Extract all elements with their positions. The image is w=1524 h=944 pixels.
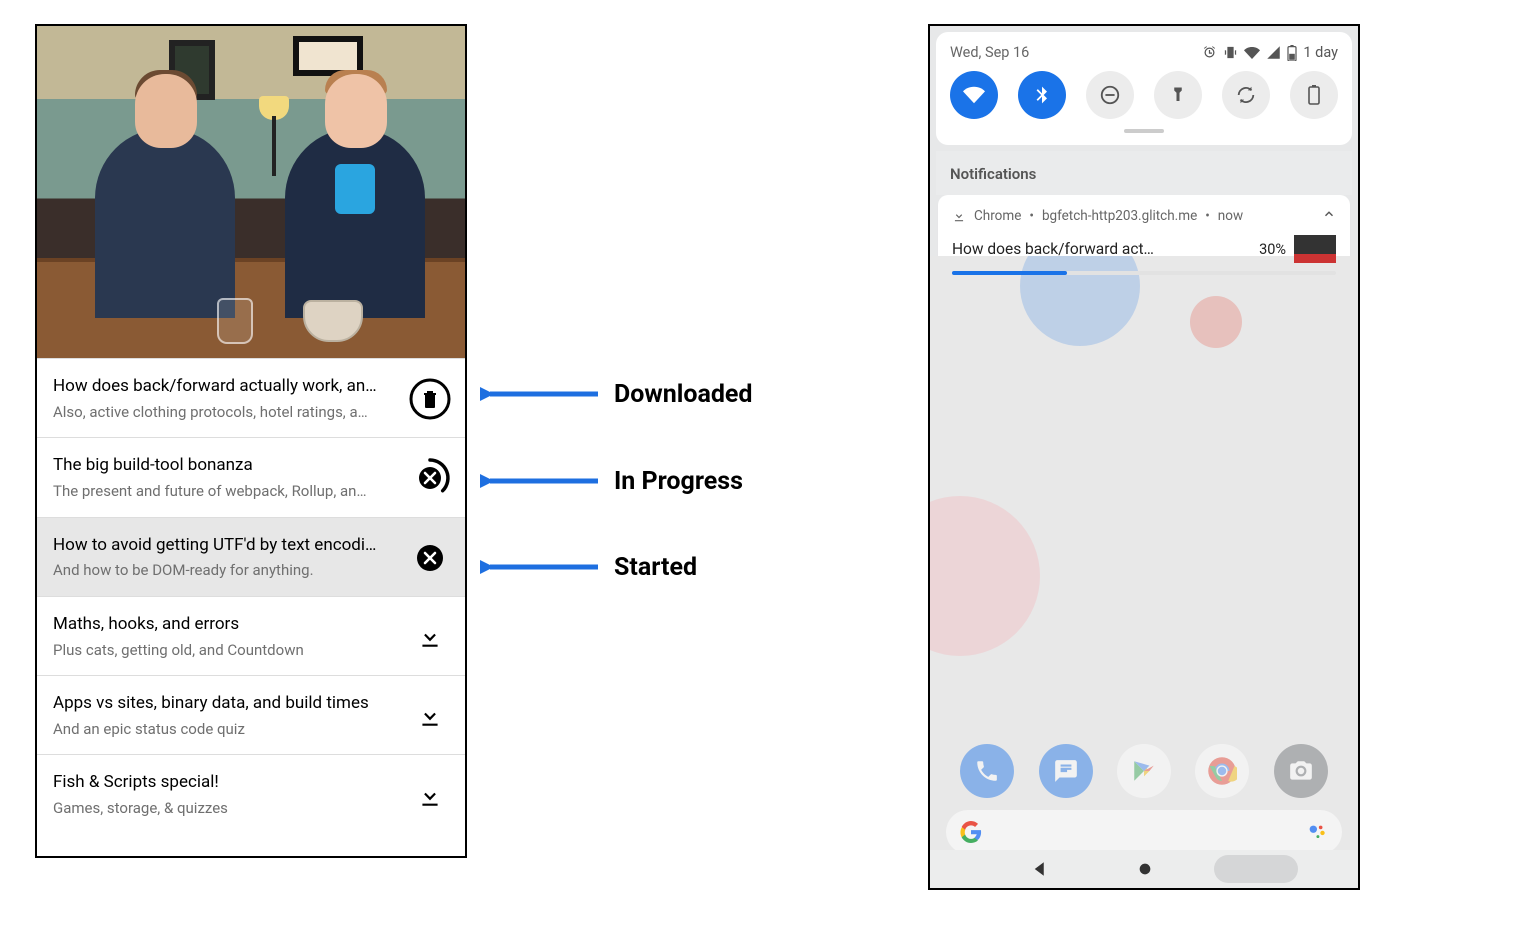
episode-title: The big build-tool bonanza [53,454,399,478]
episode-row[interactable]: Fish & Scripts special!Games, storage, &… [37,754,465,833]
system-navigation-bar [930,850,1358,888]
vibrate-icon [1223,45,1238,60]
cancel-icon[interactable] [409,537,451,579]
wallpaper-shape [1190,296,1242,348]
battery-icon [1287,45,1297,61]
episode-text: How does back/forward actually work, an…… [53,375,409,423]
android-phone-frame: Wed, Sep 16 1 day Notifications [928,24,1360,890]
status-icons-group: 1 day [1202,44,1338,61]
episode-list[interactable]: How does back/forward actually work, an…… [37,358,465,834]
nav-home-icon[interactable] [1137,861,1153,877]
assistant-icon [1306,821,1328,843]
separator-dot: • [1205,208,1210,224]
episode-hero-image [37,26,465,358]
episode-title: How does back/forward actually work, an… [53,375,399,399]
person-illustration [285,128,425,318]
arrow-left-icon [480,466,600,496]
notification-thumbnail: HTTP 203 [1294,235,1336,263]
glass-decor [217,298,253,344]
messages-app-icon[interactable] [1039,744,1093,798]
notifications-section-label: Notifications [936,151,1352,195]
download-icon [952,209,966,223]
episode-subtitle: Games, storage, & quizzes [53,797,399,820]
episode-title: Maths, hooks, and errors [53,613,399,637]
download-progress-bar [952,271,1336,275]
quick-settings-panel: Wed, Sep 16 1 day [936,32,1352,145]
battery-saver-toggle[interactable] [1290,71,1338,119]
thumbnail-caption: HTTP 203 [1296,257,1324,264]
delete-icon[interactable] [409,378,451,420]
episode-subtitle: The present and future of webpack, Rollu… [53,480,399,503]
shirt-decor [335,164,375,214]
home-dock [930,744,1358,798]
camera-app-icon[interactable] [1274,744,1328,798]
download-icon[interactable] [409,616,451,658]
episode-row[interactable]: How does back/forward actually work, an…… [37,358,465,437]
google-search-bar[interactable] [946,810,1342,854]
home-screen-background [930,256,1358,888]
dnd-toggle[interactable] [1086,71,1134,119]
person-illustration [95,128,235,318]
episode-text: The big build-tool bonanzaThe present an… [53,454,409,502]
auto-rotate-toggle[interactable] [1222,71,1270,119]
app-phone-frame: How does back/forward actually work, an…… [35,24,467,858]
wifi-icon [1244,45,1260,61]
annotation-downloaded: Downloaded [480,379,753,409]
wallpaper-shape [1020,256,1140,346]
status-bar: Wed, Sep 16 1 day [946,40,1342,71]
phone-app-icon[interactable] [960,744,1014,798]
episode-text: Maths, hooks, and errorsPlus cats, getti… [53,613,409,661]
status-date: Wed, Sep 16 [950,44,1029,61]
panel-drag-handle[interactable] [1124,129,1164,133]
separator-dot: • [1029,208,1034,224]
episode-subtitle: And an epic status code quiz [53,718,399,741]
episode-text: How to avoid getting UTF'd by text encod… [53,534,409,582]
quick-settings-toggles [946,71,1342,119]
annotation-label: Downloaded [614,380,753,409]
episode-row[interactable]: How to avoid getting UTF'd by text encod… [37,517,465,596]
chevron-up-icon[interactable] [1322,207,1336,225]
download-percent-label: 30% [1259,241,1286,258]
arrow-left-icon [480,379,600,409]
alarm-icon [1202,45,1217,60]
wifi-toggle[interactable] [950,71,998,119]
episode-title: Fish & Scripts special! [53,771,399,795]
battery-remaining-label: 1 day [1303,44,1338,61]
annotation-in-progress: In Progress [480,466,743,496]
annotation-label: In Progress [614,467,743,496]
download-icon[interactable] [409,775,451,817]
cancel-progress-icon[interactable] [409,457,451,499]
chrome-app-icon[interactable] [1195,744,1249,798]
flashlight-toggle[interactable] [1154,71,1202,119]
episode-text: Fish & Scripts special!Games, storage, &… [53,771,409,819]
wallpaper-shape [930,496,1040,656]
download-icon[interactable] [409,695,451,737]
nav-back-icon[interactable] [1031,860,1049,878]
cell-signal-icon [1266,45,1281,60]
episode-subtitle: Also, active clothing protocols, hotel r… [53,401,399,424]
notification-header: Chrome • bgfetch-http203.glitch.me • now [952,207,1336,225]
annotation-started: Started [480,552,697,582]
play-store-app-icon[interactable] [1117,744,1171,798]
nav-pill-decor [1214,855,1298,883]
episode-title: Apps vs sites, binary data, and build ti… [53,692,399,716]
episode-text: Apps vs sites, binary data, and build ti… [53,692,409,740]
bluetooth-toggle[interactable] [1018,71,1066,119]
google-g-icon [960,821,982,843]
episode-row[interactable]: Maths, hooks, and errorsPlus cats, getti… [37,596,465,675]
head-decor [325,74,387,148]
episode-row[interactable]: Apps vs sites, binary data, and build ti… [37,675,465,754]
notification-app-name: Chrome [974,208,1021,224]
download-progress-fill [952,271,1067,275]
head-decor [135,74,197,148]
episode-subtitle: And how to be DOM-ready for anything. [53,559,399,582]
lamp-decor [272,116,276,176]
episode-title: How to avoid getting UTF'd by text encod… [53,534,399,558]
episode-row[interactable]: The big build-tool bonanzaThe present an… [37,437,465,516]
notification-time: now [1218,208,1243,224]
notification-source: bgfetch-http203.glitch.me [1042,208,1197,224]
arrow-left-icon [480,552,600,582]
annotation-label: Started [614,553,697,582]
episode-subtitle: Plus cats, getting old, and Countdown [53,639,399,662]
